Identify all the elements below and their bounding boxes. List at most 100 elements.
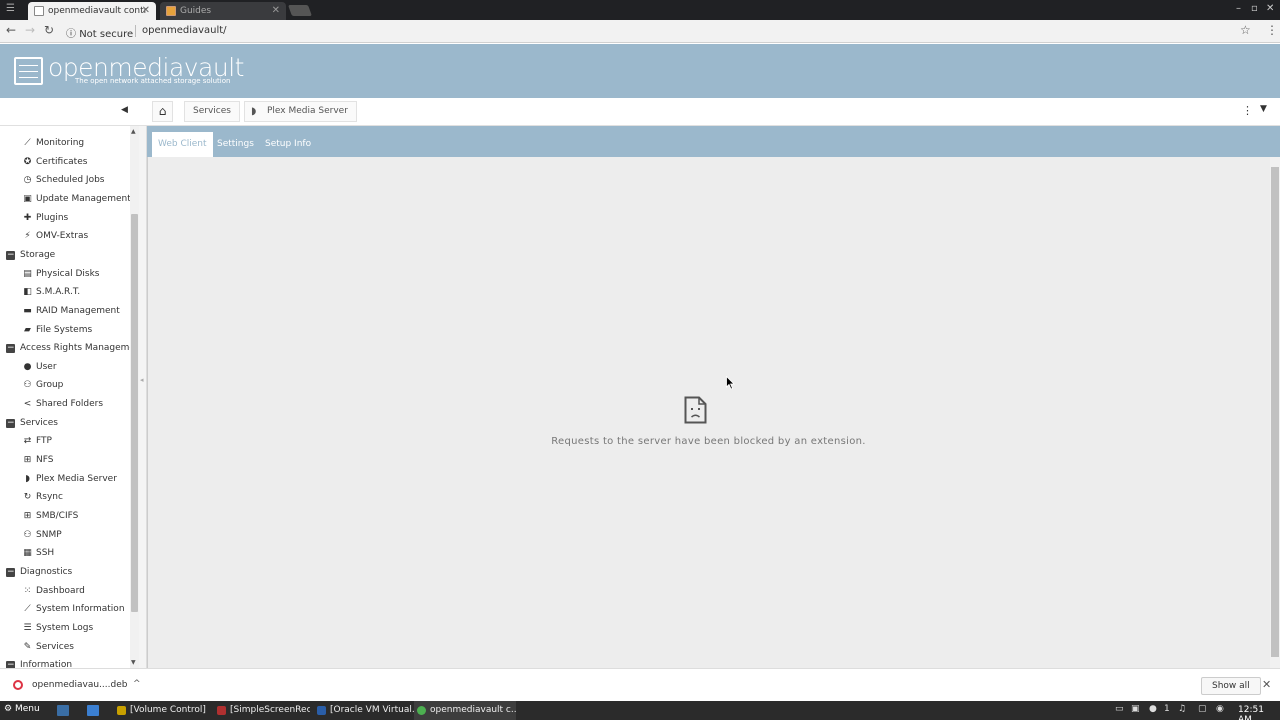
sidebar-item-ftp[interactable]: ⇄ FTP — [22, 432, 52, 450]
user-icon: ● — [23, 361, 32, 372]
sidebar-group-information[interactable]: − Information — [6, 656, 72, 668]
window-close-icon[interactable]: ✕ — [1266, 3, 1274, 14]
back-icon[interactable]: ← — [6, 23, 16, 37]
scroll-down-icon[interactable]: ▼ — [131, 659, 136, 666]
wrench-icon: ✎ — [23, 641, 32, 652]
workspace-indicator[interactable]: 1 — [1164, 704, 1170, 714]
sidebar-item-system-logs[interactable]: ☰ System Logs — [22, 619, 93, 637]
minus-square-icon[interactable]: − — [6, 567, 15, 577]
toolbar: ◀ ⌂ Services ◗ Plex Media Server ⋮ ▼ — [0, 98, 1280, 126]
taskbar-window-recorder[interactable]: [SimpleScreenRec... — [214, 701, 310, 720]
breadcrumb-services[interactable]: Services — [184, 101, 240, 122]
close-tab-icon[interactable]: ✕ — [272, 2, 280, 20]
sidebar-item-file-systems[interactable]: ▰ File Systems — [22, 321, 92, 339]
sidebar-item-monitoring[interactable]: ⟋ Monitoring — [22, 134, 84, 152]
reload-icon[interactable]: ↻ — [44, 23, 54, 37]
desktop-icon[interactable] — [57, 705, 69, 716]
sidebar-item-system-information[interactable]: ⟋ System Information — [22, 600, 124, 618]
download-caret-icon[interactable]: ^ — [133, 679, 141, 689]
url-field[interactable]: openmediavault/ — [142, 25, 227, 36]
tray-info-icon[interactable]: ● — [1149, 704, 1157, 714]
tab-settings[interactable]: Settings — [211, 132, 260, 157]
minus-square-icon[interactable]: − — [6, 250, 15, 260]
sidebar-item-shared-folders[interactable]: < Shared Folders — [22, 395, 103, 413]
close-tab-icon[interactable]: ✕ — [142, 2, 150, 20]
sidebar-item-certificates[interactable]: ✪ Certificates — [22, 153, 88, 171]
window-label: [SimpleScreenRec... — [230, 705, 310, 715]
scroll-up-icon[interactable]: ▲ — [131, 128, 136, 135]
sidebar-item-label: Plugins — [36, 212, 69, 223]
home-icon[interactable]: ⌂ — [152, 101, 173, 122]
sidebar-item-label: Group — [36, 380, 64, 391]
minus-square-icon[interactable]: − — [6, 418, 15, 428]
sidebar-item-physical-disks[interactable]: ▤ Physical Disks — [22, 265, 99, 283]
rsync-icon: ↻ — [23, 492, 32, 503]
toolbar-kebab-icon[interactable]: ⋮ — [1242, 104, 1253, 117]
main-scrollbar[interactable] — [1270, 157, 1280, 668]
close-download-bar-icon[interactable]: ✕ — [1262, 678, 1271, 691]
recorder-app-icon — [217, 706, 226, 715]
sidebar-item-dashboard[interactable]: ⁙ Dashboard — [22, 582, 85, 600]
list-icon: ☰ — [23, 622, 32, 633]
taskbar-window-volume[interactable]: [Volume Control] — [114, 701, 214, 720]
tab-setup-info[interactable]: Setup Info — [259, 132, 317, 157]
sad-page-icon — [684, 396, 707, 424]
tray-music-icon[interactable]: ♫ — [1178, 704, 1186, 714]
sidebar-item-rsync[interactable]: ↻ Rsync — [22, 488, 63, 506]
sidebar-item-nfs[interactable]: ⊞ NFS — [22, 451, 54, 469]
file-manager-icon[interactable] — [87, 705, 99, 716]
browser-menu-icon[interactable]: ☰ — [6, 3, 15, 14]
main-tab-strip: Web Client Settings Setup Info — [147, 126, 1280, 157]
folder-icon: ▰ — [24, 324, 31, 335]
download-filename[interactable]: openmediavau....deb — [32, 680, 127, 690]
sidebar-item-omv-extras[interactable]: ⚡ OMV-Extras — [22, 227, 88, 245]
sidebar-item-raid-management[interactable]: ▬ RAID Management — [22, 302, 120, 320]
sidebar-group-access-rights-management[interactable]: − Access Rights Management — [6, 339, 138, 357]
sidebar-item-s-m-a-r-t[interactable]: ◧ S.M.A.R.T. — [22, 283, 80, 301]
sidebar-item-services[interactable]: ✎ Services — [22, 638, 74, 656]
sidebar-item-snmp[interactable]: ⚇ SNMP — [22, 526, 61, 544]
chevron-down-icon[interactable]: ▼ — [1260, 104, 1267, 114]
sidebar-item-update-management[interactable]: ▣ Update Management — [22, 190, 131, 208]
start-menu-button[interactable]: ⚙ Menu — [4, 704, 40, 714]
sidebar-item-group[interactable]: ⚇ Group — [22, 376, 63, 394]
main-scroll-thumb[interactable] — [1271, 167, 1279, 657]
breadcrumb-plex[interactable]: ◗ Plex Media Server — [244, 101, 357, 122]
new-tab-button[interactable] — [287, 5, 313, 16]
sidebar-item-label: Rsync — [36, 492, 63, 503]
taskbar-window-virtualbox[interactable]: [Oracle VM Virtual... — [314, 701, 414, 720]
tray-user-icon[interactable]: ◉ — [1216, 704, 1224, 714]
browser-tab-active[interactable]: openmediavault contr ✕ — [28, 2, 156, 20]
tray-camera-icon[interactable]: ▣ — [1131, 704, 1140, 714]
minimize-icon[interactable]: – — [1236, 3, 1241, 14]
sidebar-splitter[interactable]: ◂ — [139, 126, 147, 668]
minus-square-icon[interactable]: − — [6, 661, 15, 668]
logo-icon — [14, 57, 43, 85]
browser-kebab-icon[interactable]: ⋮ — [1266, 23, 1278, 37]
sidebar-scroll-thumb[interactable] — [131, 214, 138, 612]
maximize-icon[interactable]: ▫ — [1251, 3, 1258, 14]
sidebar-item-plex-media-server[interactable]: ◗ Plex Media Server — [22, 470, 117, 488]
sidebar-item-smb-cifs[interactable]: ⊞ SMB/CIFS — [22, 507, 79, 525]
tray-keyboard-icon[interactable]: ▭ — [1115, 704, 1124, 714]
show-all-button[interactable]: Show all — [1201, 677, 1261, 695]
sidebar-item-ssh[interactable]: ▦ SSH — [22, 544, 54, 562]
taskbar-window-chrome[interactable]: openmediavault c... — [414, 701, 516, 720]
sidebar-item-scheduled-jobs[interactable]: ◷ Scheduled Jobs — [22, 171, 105, 189]
minus-square-icon[interactable]: − — [6, 344, 15, 354]
browser-tab-title: Guides — [180, 6, 212, 16]
security-indicator[interactable]: ⓘ Not secure — [66, 25, 133, 40]
raid-icon: ▬ — [23, 305, 32, 316]
browser-tab-inactive[interactable]: Guides ✕ — [160, 2, 286, 20]
forward-icon[interactable]: → — [25, 23, 35, 37]
sidebar-item-plugins[interactable]: ✚ Plugins — [22, 209, 69, 227]
sidebar-group-storage[interactable]: − Storage — [6, 246, 55, 264]
tray-screen-icon[interactable]: ▢ — [1198, 704, 1207, 714]
tab-web-client[interactable]: Web Client — [152, 132, 213, 157]
sidebar-group-diagnostics[interactable]: − Diagnostics — [6, 563, 72, 581]
plex-icon: ◗ — [25, 473, 30, 484]
sidebar-group-services[interactable]: − Services — [6, 414, 58, 432]
bookmark-star-icon[interactable]: ☆ — [1240, 23, 1251, 37]
collapse-sidebar-icon[interactable]: ◀ — [121, 105, 128, 115]
sidebar-item-user[interactable]: ● User — [22, 358, 57, 376]
